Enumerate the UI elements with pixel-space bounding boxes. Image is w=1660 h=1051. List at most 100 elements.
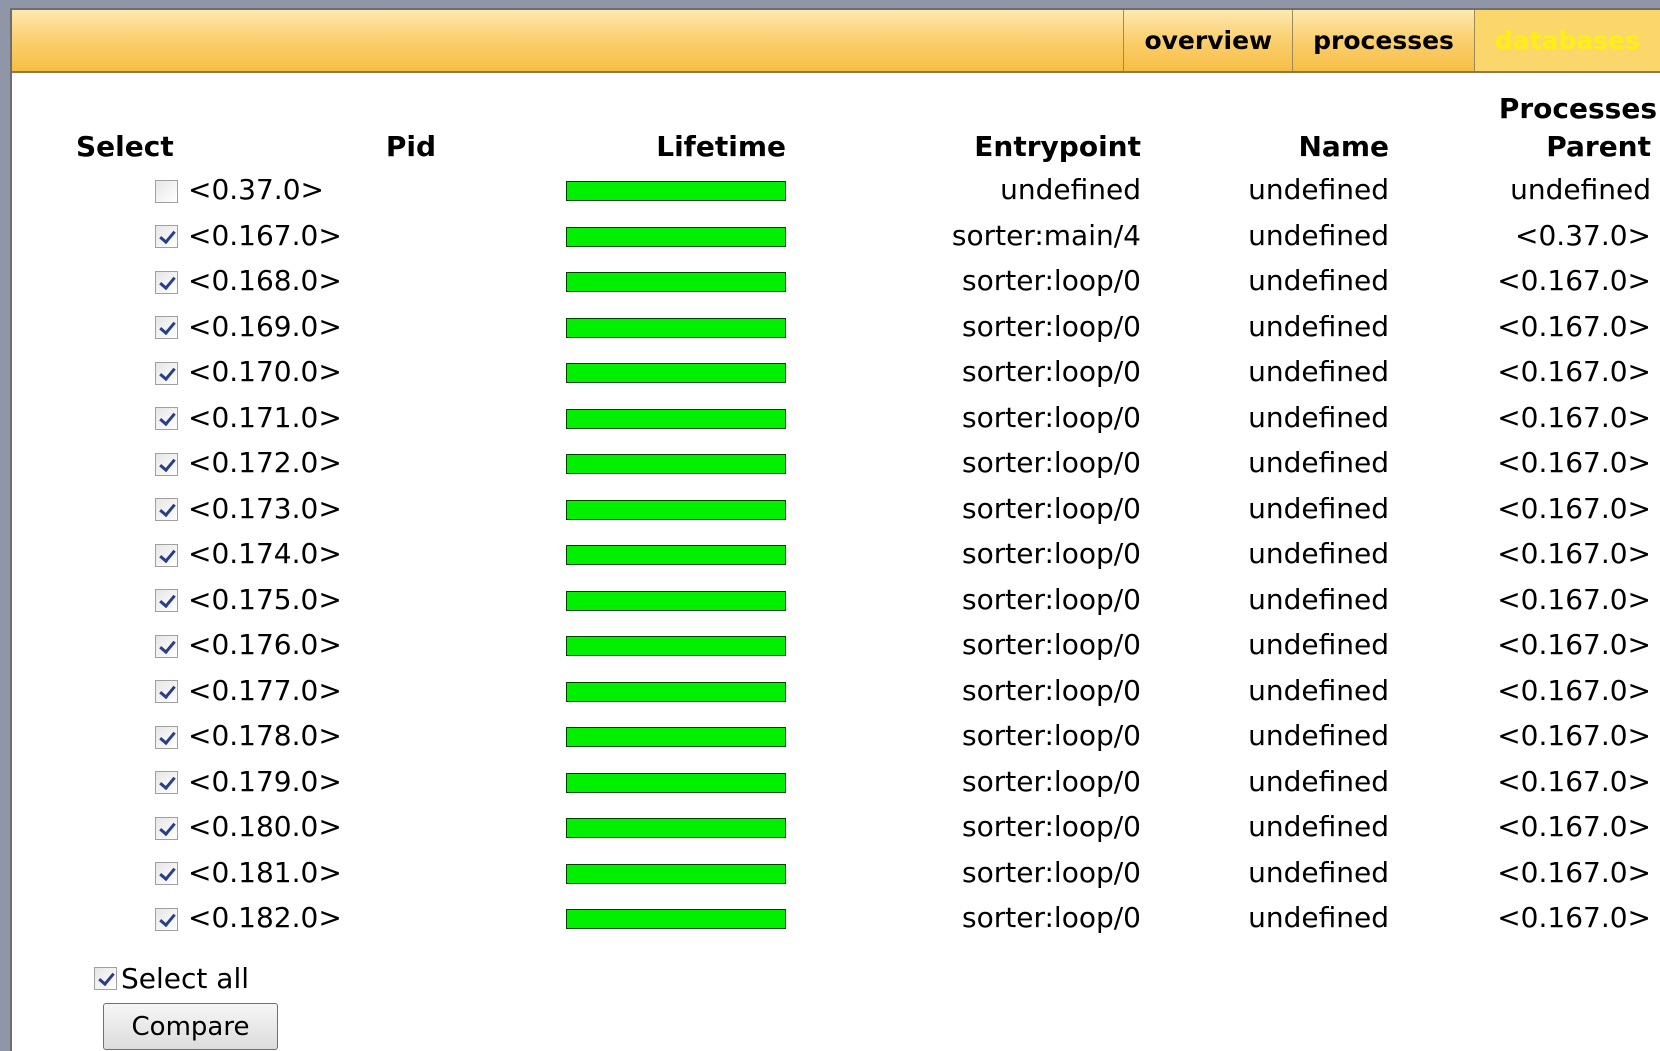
lifetime-bar	[566, 727, 786, 748]
lifetime-bar	[566, 590, 786, 611]
lifetime-cell	[436, 713, 786, 759]
entrypoint-cell: sorter:loop/0	[962, 491, 1141, 525]
table-body: <0.37.0> undefined undefined undefined <0.16…	[70, 167, 1657, 941]
pid-cell: <0.173.0>	[188, 491, 342, 525]
name-cell: undefined	[1248, 719, 1389, 753]
parent-cell: <0.167.0>	[1497, 264, 1651, 298]
lifetime-bar	[566, 181, 786, 202]
entrypoint-cell: sorter:main/4	[951, 218, 1141, 252]
top-nav-bar: overview processes databases	[12, 10, 1660, 73]
row-select-checkbox[interactable]	[155, 179, 178, 203]
lifetime-cell	[436, 213, 786, 259]
select-cell	[70, 349, 184, 395]
table-caption: Processes	[1498, 92, 1657, 125]
tab-processes[interactable]: processes	[1292, 10, 1474, 71]
lifetime-bar-track	[566, 226, 786, 247]
lifetime-cell	[436, 167, 786, 213]
entrypoint-cell: sorter:loop/0	[962, 628, 1141, 662]
row-select-checkbox[interactable]	[155, 498, 178, 522]
select-cell	[70, 213, 184, 259]
row-select-checkbox[interactable]	[155, 452, 178, 476]
name-cell: undefined	[1248, 173, 1389, 207]
lifetime-bar-track	[566, 818, 786, 839]
lifetime-cell	[436, 622, 786, 668]
row-select-checkbox[interactable]	[155, 634, 178, 658]
lifetime-cell	[436, 668, 786, 714]
lifetime-cell	[436, 486, 786, 532]
window-frame: overview processes databases Processes S…	[0, 0, 1660, 1051]
parent-cell: <0.167.0>	[1497, 901, 1651, 935]
entrypoint-cell: sorter:loop/0	[962, 764, 1141, 798]
compare-button[interactable]: Compare	[103, 1003, 278, 1050]
entrypoint-cell: sorter:loop/0	[962, 264, 1141, 298]
parent-cell: <0.167.0>	[1497, 719, 1651, 753]
select-all-checkbox[interactable]	[94, 967, 117, 990]
table-row: <0.170.0> sorter:loop/0 undefined <0.167.0>	[70, 349, 1657, 395]
lifetime-cell	[436, 804, 786, 850]
parent-cell: <0.167.0>	[1497, 537, 1651, 571]
row-select-checkbox[interactable]	[155, 680, 178, 704]
select-cell	[70, 577, 184, 623]
row-select-checkbox[interactable]	[155, 543, 178, 567]
select-cell	[70, 258, 184, 304]
pid-cell: <0.175.0>	[188, 582, 342, 616]
pid-cell: <0.169.0>	[188, 309, 342, 343]
tab-overview[interactable]: overview	[1123, 10, 1292, 71]
name-cell: undefined	[1248, 491, 1389, 525]
select-cell	[70, 440, 184, 486]
lifetime-bar-track	[566, 317, 786, 338]
entrypoint-cell: sorter:loop/0	[962, 446, 1141, 480]
row-select-checkbox[interactable]	[155, 816, 178, 840]
tab-databases[interactable]: databases	[1473, 10, 1660, 71]
parent-cell: <0.167.0>	[1497, 810, 1651, 844]
parent-cell: <0.167.0>	[1497, 673, 1651, 707]
select-all-control[interactable]: Select all	[94, 962, 249, 995]
entrypoint-cell: sorter:loop/0	[962, 901, 1141, 935]
select-cell	[70, 167, 184, 213]
table-row: <0.176.0> sorter:loop/0 undefined <0.167.0>	[70, 622, 1657, 668]
name-cell: undefined	[1248, 537, 1389, 571]
pid-cell: <0.179.0>	[188, 764, 342, 798]
lifetime-bar	[566, 636, 786, 657]
row-select-checkbox[interactable]	[155, 771, 178, 795]
row-select-checkbox[interactable]	[155, 407, 178, 431]
select-cell	[70, 804, 184, 850]
lifetime-bar	[566, 226, 786, 247]
select-cell	[70, 622, 184, 668]
lifetime-bar	[566, 408, 786, 429]
row-select-checkbox[interactable]	[155, 589, 178, 613]
parent-cell: <0.167.0>	[1497, 309, 1651, 343]
select-cell	[70, 304, 184, 350]
row-select-checkbox[interactable]	[155, 225, 178, 249]
entrypoint-cell: sorter:loop/0	[962, 719, 1141, 753]
name-cell: undefined	[1248, 446, 1389, 480]
entrypoint-cell: sorter:loop/0	[962, 537, 1141, 571]
row-select-checkbox[interactable]	[155, 316, 178, 340]
name-cell: undefined	[1248, 264, 1389, 298]
table-row: <0.180.0> sorter:loop/0 undefined <0.167.0>	[70, 804, 1657, 850]
lifetime-bar-track	[566, 681, 786, 702]
row-select-checkbox[interactable]	[155, 862, 178, 886]
lifetime-bar-track	[566, 363, 786, 384]
select-cell	[70, 395, 184, 441]
pid-cell: <0.168.0>	[188, 264, 342, 298]
pid-cell: <0.170.0>	[188, 355, 342, 389]
pid-cell: <0.181.0>	[188, 855, 342, 889]
row-select-checkbox[interactable]	[155, 361, 178, 385]
lifetime-bar-track	[566, 636, 786, 657]
row-select-checkbox[interactable]	[155, 907, 178, 931]
row-select-checkbox[interactable]	[155, 270, 178, 294]
name-cell: undefined	[1248, 582, 1389, 616]
select-cell	[70, 486, 184, 532]
header-pid: Pid	[385, 129, 436, 163]
lifetime-cell	[436, 531, 786, 577]
header-name: Name	[1298, 129, 1390, 163]
lifetime-bar-track	[566, 909, 786, 930]
lifetime-bar	[566, 363, 786, 384]
row-select-checkbox[interactable]	[155, 725, 178, 749]
entrypoint-cell: sorter:loop/0	[962, 355, 1141, 389]
lifetime-cell	[436, 395, 786, 441]
select-cell	[70, 713, 184, 759]
lifetime-cell	[436, 440, 786, 486]
lifetime-bar-track	[566, 863, 786, 884]
